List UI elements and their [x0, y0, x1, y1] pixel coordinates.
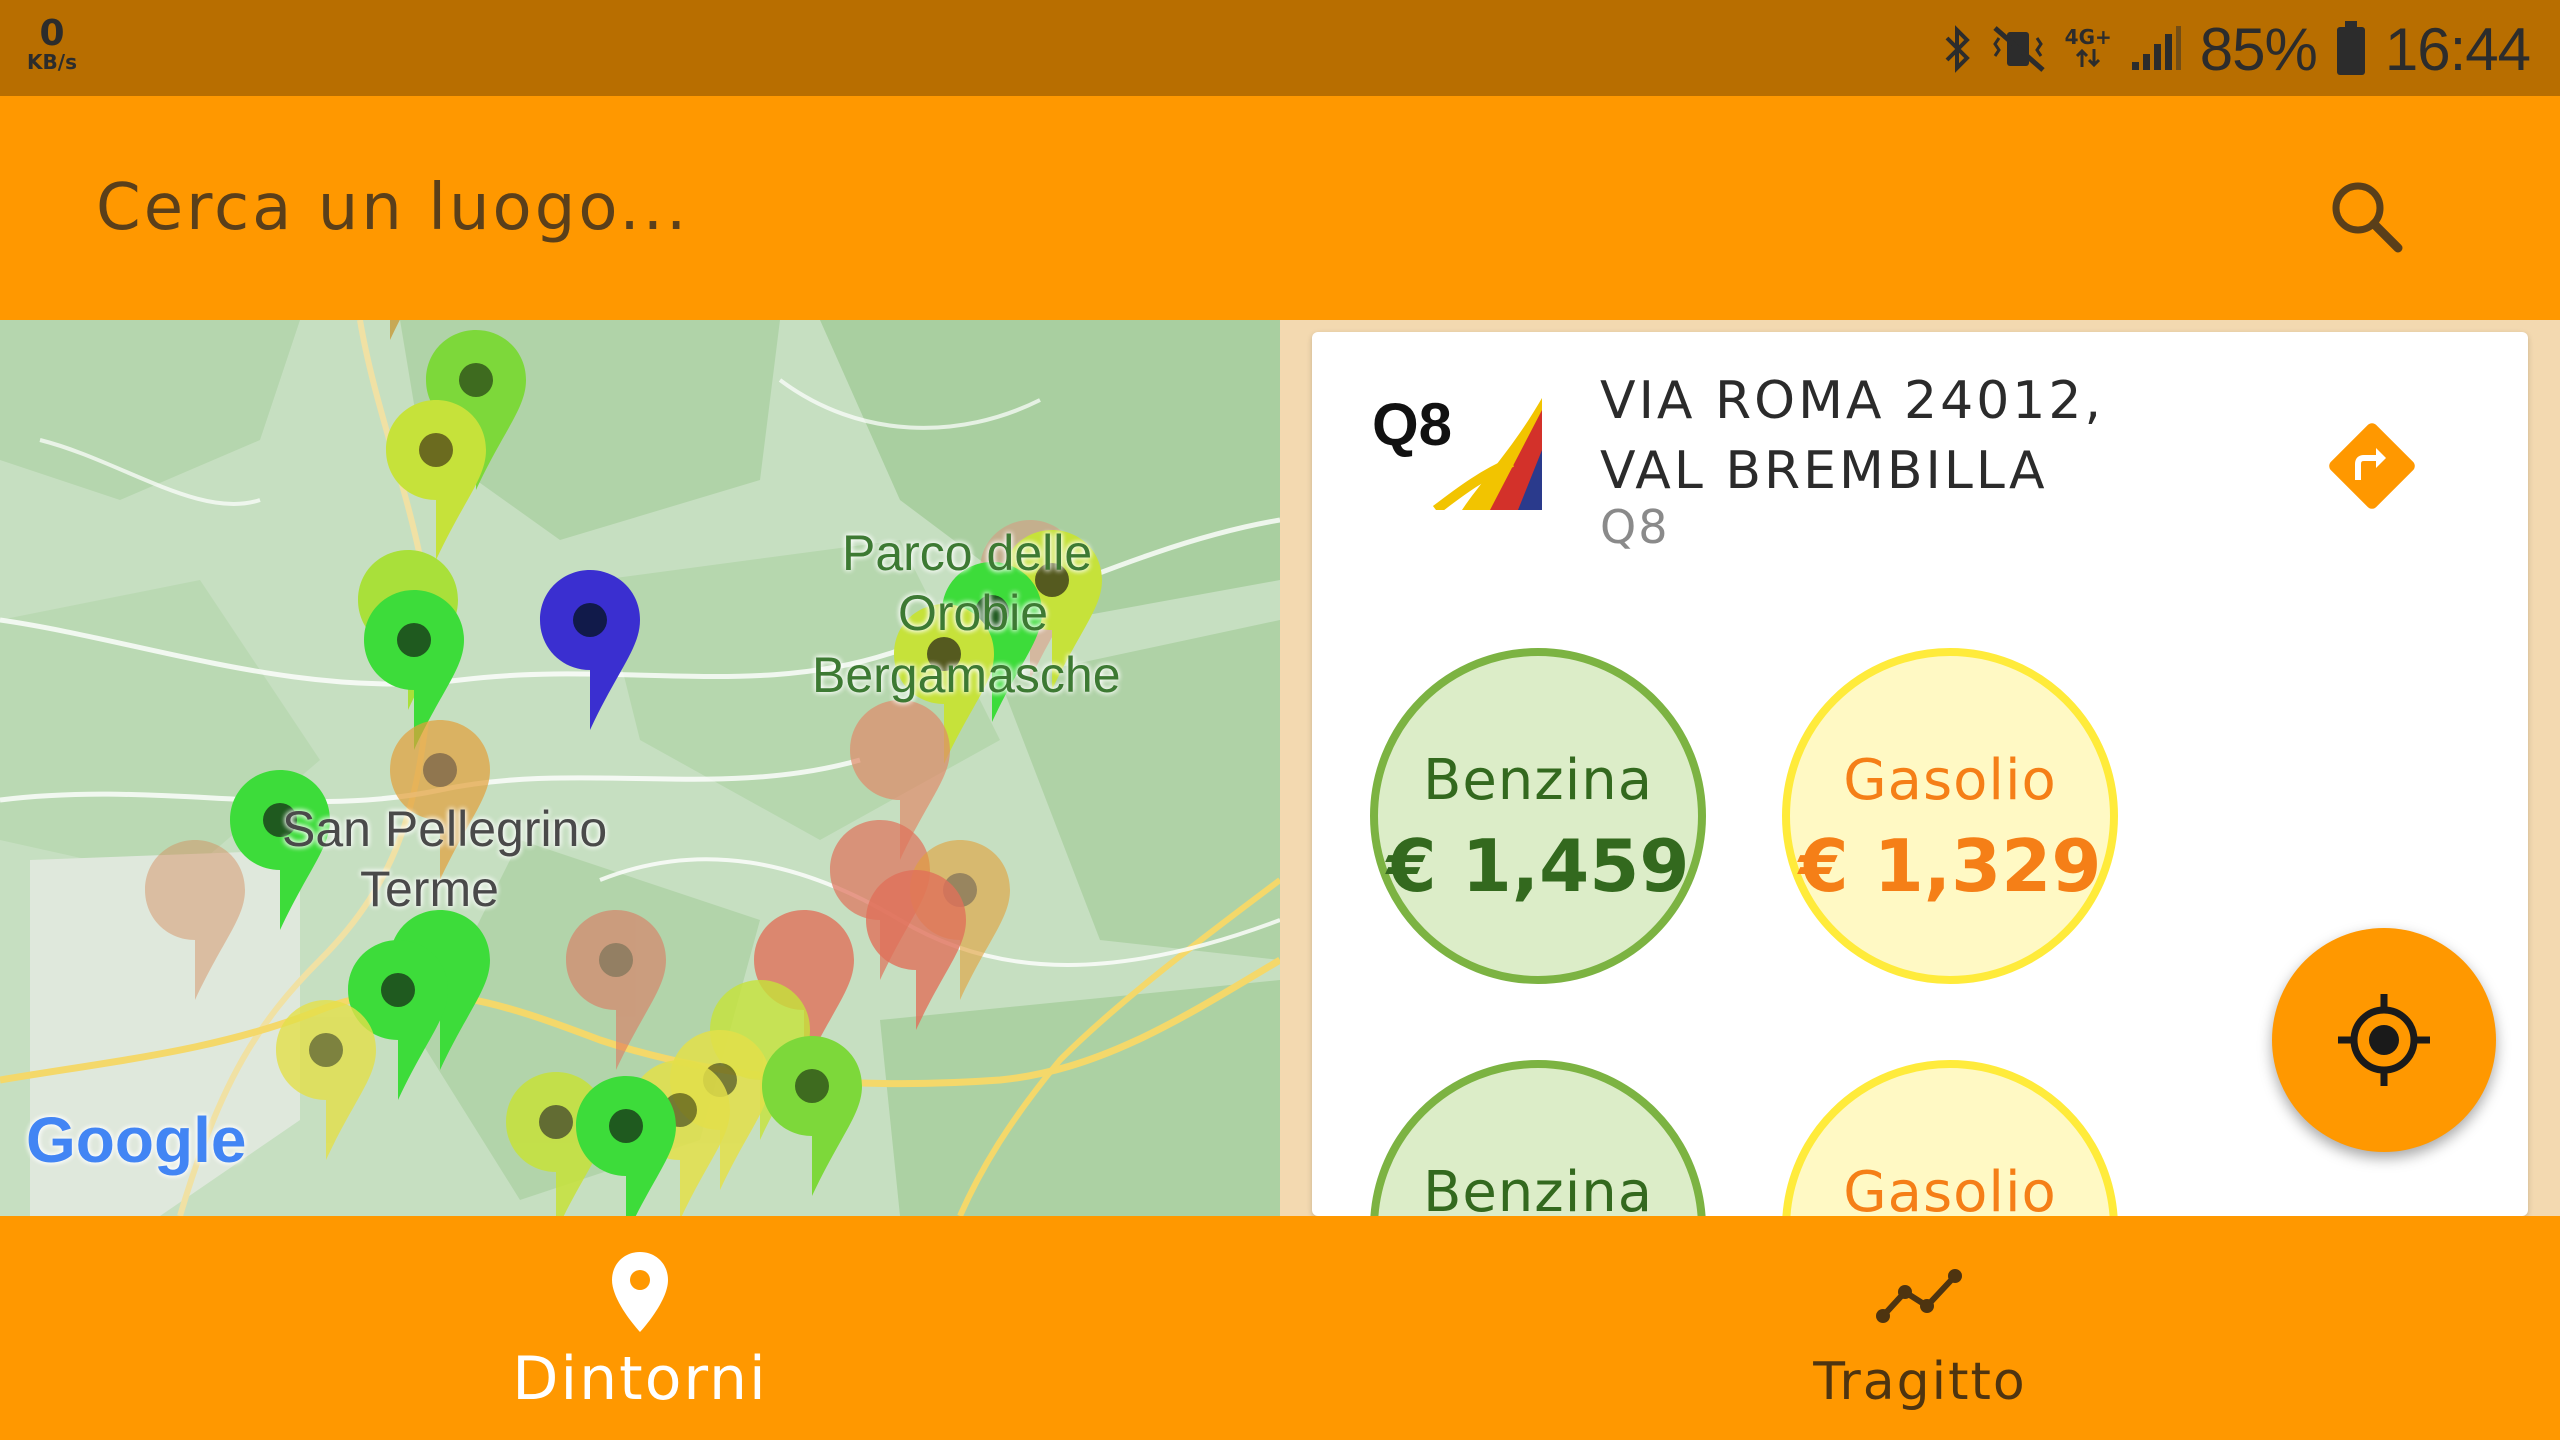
price-bubble-benzina[interactable]: Benzina € 1,459: [1370, 648, 1706, 984]
network-speed-indicator: 0 KB/s: [22, 13, 82, 74]
nav-label-tragitto: Tragitto: [1813, 1352, 2027, 1412]
signal-icon: [2131, 26, 2181, 70]
location-pin-icon: [612, 1252, 668, 1332]
search-input[interactable]: [96, 158, 1496, 258]
nav-tab-dintorni[interactable]: Dintorni: [0, 1216, 1280, 1440]
network-speed-value: 0: [39, 13, 65, 54]
fuel-type-label: Gasolio: [1843, 748, 2057, 813]
address-line1: VIA ROMA 24012,: [1600, 371, 2104, 431]
fuel-type-label: Benzina: [1422, 748, 1654, 813]
fuel-type-label: Gasolio: [1843, 1160, 2057, 1216]
map-label-orobie: Orobie: [898, 585, 1049, 641]
google-attribution: Google: [26, 1104, 247, 1176]
my-location-button[interactable]: [2272, 928, 2496, 1152]
search-bar: [0, 96, 2560, 320]
map-view[interactable]: Parco delle Orobie Bergamasche San Pelle…: [0, 320, 1280, 1216]
network-speed-unit: KB/s: [27, 50, 77, 74]
price-bubble-benzina-secondary[interactable]: Benzina: [1370, 1060, 1706, 1216]
battery-percentage: 85%: [2199, 15, 2318, 83]
battery-icon: [2336, 21, 2365, 75]
fuel-price: € 1,459: [1386, 824, 1690, 908]
search-button[interactable]: [2316, 166, 2416, 266]
station-brand: Q8: [1600, 500, 1670, 554]
station-address: VIA ROMA 24012, VAL BREMBILLA: [1600, 366, 2104, 506]
map-label-terme: Terme: [360, 861, 499, 917]
fuel-type-label: Benzina: [1422, 1160, 1654, 1216]
map-label-parco: Parco delle: [842, 525, 1093, 581]
network-type: 4G+: [2065, 27, 2112, 72]
map-label-san-pellegrino: San Pellegrino: [282, 801, 608, 857]
vibrate-mute-icon: [1992, 26, 2045, 72]
status-bar: 0 KB/s 4G+ 85% 16:44: [0, 0, 2560, 96]
bottom-navigation: Dintorni Tragitto: [0, 1216, 2560, 1440]
route-icon: [1876, 1269, 1962, 1323]
directions-icon[interactable]: [2322, 416, 2422, 516]
bluetooth-icon: [1945, 25, 1970, 73]
price-bubble-gasolio-secondary[interactable]: Gasolio: [1782, 1060, 2118, 1216]
address-line2: VAL BREMBILLA: [1600, 441, 2048, 501]
map-terrain: [0, 320, 1280, 1216]
map-label-bergamasche: Bergamasche: [812, 647, 1121, 703]
clock: 16:44: [2384, 15, 2531, 83]
nav-tab-tragitto[interactable]: Tragitto: [1280, 1216, 2560, 1440]
my-location-icon: [2338, 994, 2430, 1086]
brand-logo-text: Q8: [1372, 391, 1453, 458]
data-arrows-icon: [2076, 48, 2101, 67]
nav-label-dintorni: Dintorni: [512, 1344, 768, 1414]
search-icon: [2332, 182, 2403, 253]
fuel-price: € 1,329: [1798, 824, 2102, 908]
price-bubble-gasolio[interactable]: Gasolio € 1,329: [1782, 648, 2118, 984]
